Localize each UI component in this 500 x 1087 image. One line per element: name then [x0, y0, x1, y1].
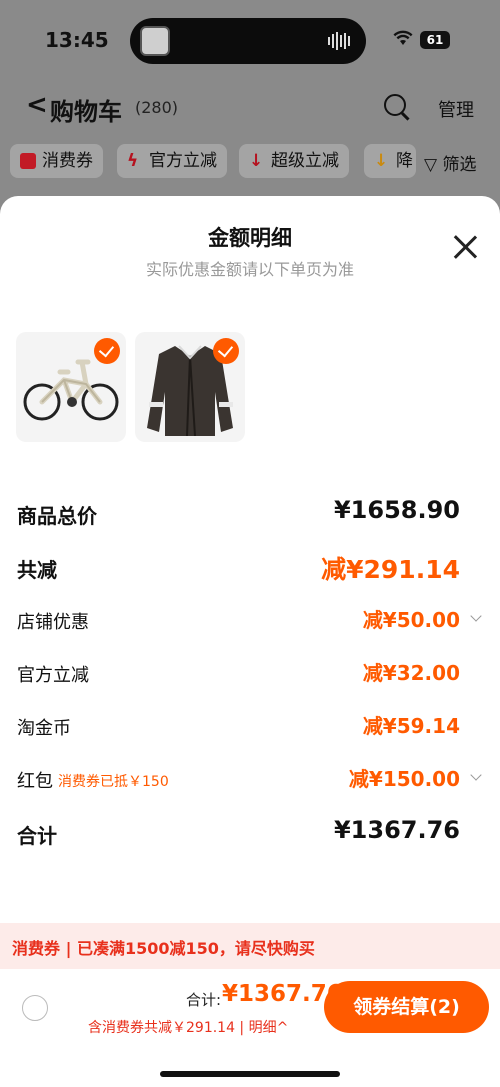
chip-label: 降 [396, 151, 413, 171]
status-bar: 13:45 61 [0, 0, 500, 80]
chip-price-drop[interactable]: ↓ 降 [364, 144, 416, 178]
sheet-title: 金额明细 [208, 226, 292, 250]
row-label: 合计 [17, 824, 57, 848]
search-icon[interactable] [384, 94, 406, 116]
down-arrow-icon: ↓ [374, 151, 389, 171]
now-playing-thumbnail [140, 26, 170, 56]
row-value: 减¥50.00 [362, 608, 460, 632]
row-value: 减¥32.00 [362, 661, 460, 685]
down-arrow-icon: ↓ [249, 151, 264, 171]
promo-text: 消费券 | 已凑满1500减150，请尽快购买 [12, 939, 315, 958]
row-label: 商品总价 [17, 504, 97, 528]
row-taobao-coins: 淘金币 减¥59.14 [0, 706, 500, 746]
total-label: 合计: [186, 991, 222, 1009]
row-official-discount: 官方立减 减¥32.00 [0, 653, 500, 693]
product-thumbnail-bike[interactable] [16, 332, 126, 442]
chip-official-discount[interactable]: ϟ 官方立减 [117, 144, 227, 178]
lightning-icon: ϟ [127, 151, 139, 171]
row-label: 共减 [17, 558, 57, 582]
audio-wave-icon [328, 31, 350, 51]
chip-coupon[interactable]: 消费券 [10, 144, 103, 178]
wifi-icon [393, 30, 413, 51]
coupon-promo-banner[interactable]: 消费券 | 已凑满1500减150，请尽快购买 [0, 923, 500, 969]
cart-header: < 购物车 (280) 管理 [0, 86, 500, 130]
row-red-packet[interactable]: 红包 消费券已抵￥150 减¥150.00 [0, 759, 500, 799]
selected-check-icon[interactable] [213, 338, 239, 364]
discount-detail-link[interactable]: 含消费券共减￥291.14 | 明细^ [88, 1017, 288, 1037]
row-label: 红包 [17, 771, 53, 792]
chip-label: 官方立减 [149, 151, 217, 171]
row-total-price: 商品总价 ¥1658.90 [0, 492, 500, 532]
coupon-note: 消费券已抵￥150 [58, 774, 169, 790]
battery-icon: 61 [420, 31, 450, 49]
row-value: ¥1658.90 [333, 496, 460, 524]
chevron-down-icon[interactable] [470, 769, 482, 781]
chip-label: 超级立减 [271, 151, 339, 171]
close-icon[interactable] [452, 234, 480, 262]
chip-label: 消费券 [42, 151, 93, 171]
sheet-subtitle: 实际优惠金额请以下单页为准 [145, 260, 354, 279]
manage-button[interactable]: 管理 [438, 96, 474, 122]
page-title: 购物车 [50, 98, 122, 126]
product-thumbnail-jacket[interactable] [135, 332, 245, 442]
chevron-down-icon[interactable] [470, 610, 482, 622]
selected-check-icon[interactable] [94, 338, 120, 364]
row-value: ¥1367.76 [333, 816, 460, 844]
checkout-bar: 合计: ¥1367.76 含消费券共减￥291.14 | 明细^ 领券结算(2) [0, 969, 500, 1087]
row-value: 减¥150.00 [348, 767, 460, 791]
row-label: 店铺优惠 [17, 612, 89, 633]
row-total-discount: 共减 减¥291.14 [0, 546, 500, 586]
status-time: 13:45 [45, 28, 109, 52]
row-label: 淘金币 [17, 718, 71, 739]
dynamic-island [130, 18, 366, 64]
row-value: 减¥291.14 [321, 555, 460, 584]
row-value: 减¥59.14 [362, 714, 460, 738]
row-sum: 合计 ¥1367.76 [0, 812, 500, 852]
row-store-discount[interactable]: 店铺优惠 减¥50.00 [0, 600, 500, 640]
filter-button[interactable]: ▽ 筛选 [424, 150, 476, 175]
home-indicator [160, 1071, 340, 1077]
coupon-icon [20, 153, 36, 169]
back-button[interactable]: < [26, 90, 48, 120]
filter-chips: 消费券 ϟ 官方立减 ↓ 超级立减 ↓ 降 ▽ 筛选 [0, 144, 500, 180]
chip-super-discount[interactable]: ↓ 超级立减 [239, 144, 349, 178]
row-label: 官方立减 [17, 665, 89, 686]
checkout-button[interactable]: 领券结算(2) [324, 981, 489, 1033]
cart-count: (280) [135, 98, 179, 117]
select-all-radio[interactable] [22, 995, 48, 1021]
